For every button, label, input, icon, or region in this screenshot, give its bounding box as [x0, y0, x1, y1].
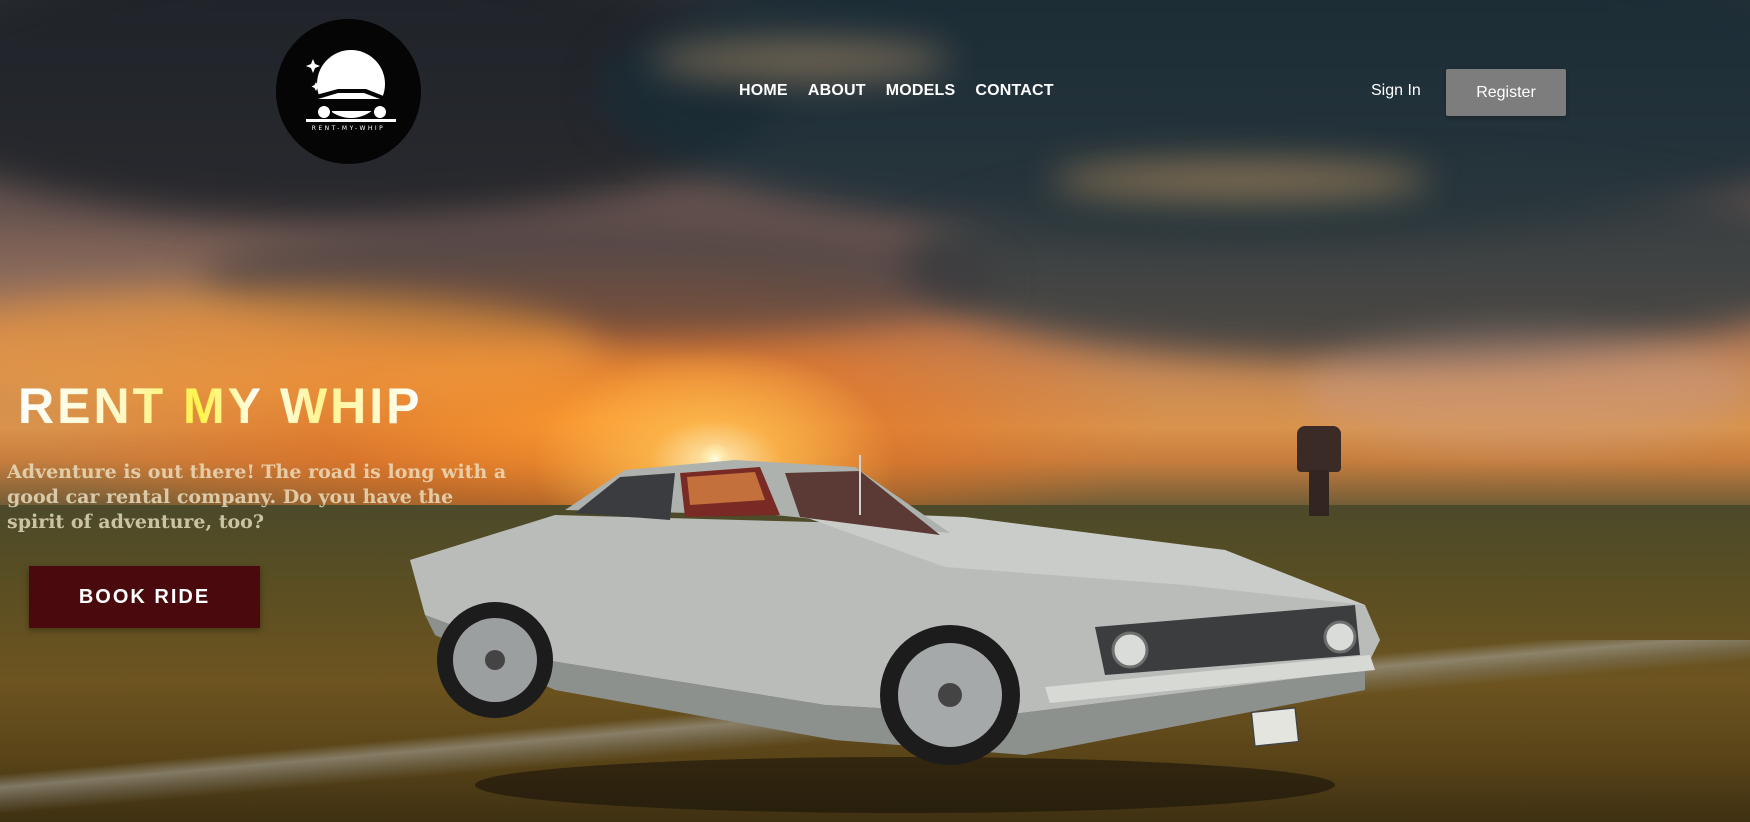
- sign-in-link[interactable]: Sign In: [1371, 82, 1421, 100]
- book-ride-button[interactable]: BOOK RIDE: [29, 566, 260, 628]
- hero-title: RENT MY WHIP: [18, 378, 423, 434]
- car-logo-icon: [276, 19, 420, 163]
- nav-contact[interactable]: CONTACT: [975, 82, 1053, 100]
- logo-wordmark: RENT-MY-WHIP: [311, 125, 386, 132]
- main-nav: HOME ABOUT MODELS CONTACT: [739, 82, 1054, 100]
- nav-home[interactable]: HOME: [739, 82, 788, 100]
- brand-logo[interactable]: RENT-MY-WHIP: [276, 19, 421, 164]
- nav-about[interactable]: ABOUT: [808, 82, 866, 100]
- hero-subtitle: Adventure is out there! The road is long…: [7, 461, 507, 533]
- register-button[interactable]: Register: [1446, 69, 1566, 116]
- nav-models[interactable]: MODELS: [886, 82, 956, 100]
- hero-section: RENT-MY-WHIP HOME ABOUT MODELS CONTACT S…: [0, 0, 1750, 822]
- mustang-car-image: [410, 455, 1380, 813]
